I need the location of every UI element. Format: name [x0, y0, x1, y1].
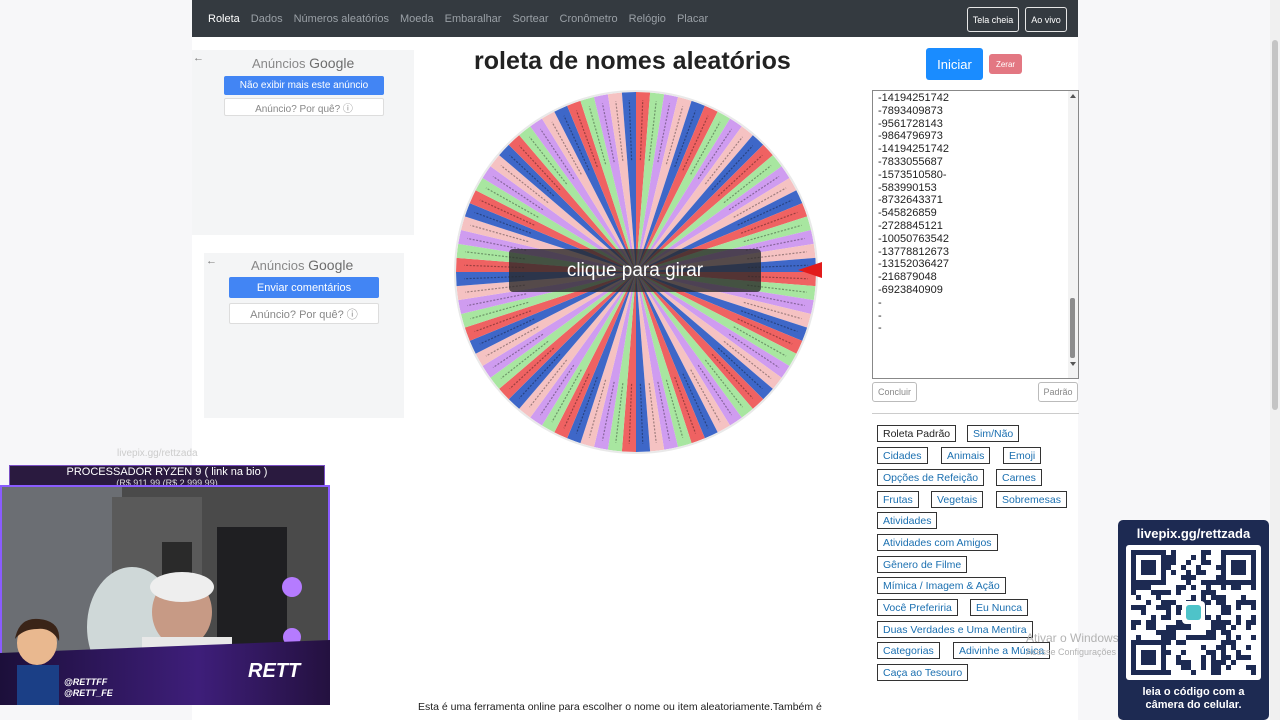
livepix-url: livepix.gg/rettzada — [1136, 526, 1251, 541]
spin-button[interactable]: clique para girar — [509, 249, 761, 292]
name-entry: -6923840909 — [878, 283, 943, 296]
nav-item-placar[interactable]: Placar — [677, 13, 708, 25]
stream-handle-2: @RETT_FE — [64, 688, 113, 698]
names-textarea[interactable]: -14194251742 -7893409873 -9561728143 -98647… — [872, 90, 1079, 379]
fullscreen-button[interactable]: Tela cheia — [967, 7, 1019, 32]
preset-caca-tesouro[interactable]: Caça ao Tesouro — [877, 664, 969, 681]
preset-refeicao[interactable]: Opções de Refeição — [877, 469, 985, 486]
stream-banner: PROCESSADOR RYZEN 9 ( link na bio ) (R$ … — [9, 465, 325, 488]
ad-brand-name: Google — [308, 257, 354, 273]
livepix-footer-line1: leia o código com a — [1142, 686, 1245, 698]
ad-brand-prefix: Anúncios — [251, 258, 305, 273]
nav-item-embaralhar[interactable]: Embaralhar — [445, 13, 502, 25]
stream-banner-title: PROCESSADOR RYZEN 9 ( link na bio ) — [66, 466, 268, 478]
name-entry: -7893409873 — [878, 104, 943, 117]
livepix-footer: leia o código com a câmera do celular. — [1118, 686, 1269, 712]
preset-vegetais[interactable]: Vegetais — [931, 491, 984, 508]
conclude-button[interactable]: Concluir — [872, 382, 917, 402]
preset-cidades[interactable]: Cidades — [877, 447, 928, 464]
name-entry: -14194251742 — [878, 92, 949, 104]
preset-eu-nunca[interactable]: Eu Nunca — [970, 599, 1029, 616]
name-entry: -14194251742 — [878, 143, 949, 156]
name-entry: -13152036427 — [878, 258, 949, 271]
preset-emoji[interactable]: Emoji — [1003, 447, 1042, 464]
default-button[interactable]: Padrão — [1038, 382, 1078, 402]
qr-code-icon — [1126, 545, 1261, 680]
ad-back-icon[interactable]: ← — [193, 52, 204, 64]
preset-sim-nao[interactable]: Sim/Não — [967, 425, 1020, 442]
livepix-footer-line2: câmera do celular. — [1145, 699, 1242, 711]
names-list: -14194251742 -7893409873 -9561728143 -98647… — [878, 92, 949, 335]
preset-atividades-amigos[interactable]: Atividades com Amigos — [877, 534, 998, 551]
ad-why-button[interactable]: Anúncio? Por quê? ⓘ — [229, 303, 379, 324]
ad-hide-button[interactable]: Não exibir mais este anúncio — [224, 76, 384, 95]
preset-atividades[interactable]: Atividades — [877, 512, 938, 529]
nav-item-moeda[interactable]: Moeda — [400, 13, 434, 25]
wheel-pointer-icon — [798, 262, 822, 278]
page-scrollbar-thumb[interactable] — [1272, 40, 1278, 410]
stream-logo: RETT — [248, 660, 301, 682]
page-title: roleta de nomes aleatórios — [474, 47, 791, 75]
reset-button[interactable]: Zerar — [989, 54, 1022, 74]
name-entry: -9561728143 — [878, 117, 943, 130]
textarea-scroll-thumb[interactable] — [1070, 298, 1075, 358]
stream-handle-1: @RETTFF — [64, 677, 108, 687]
name-entry: -7833055687 — [878, 155, 943, 168]
name-entry: -13778812673 — [878, 245, 949, 258]
scroll-up-icon[interactable] — [1070, 94, 1076, 98]
divider — [872, 413, 1079, 414]
livepix-overlay: livepix.gg/rettzada leia o código com a … — [1118, 520, 1269, 720]
windows-activation-watermark: Ativar o Windows Acesse Configurações — [1026, 631, 1119, 659]
ad-brand-name: Google — [309, 55, 355, 71]
ad-why-button[interactable]: Anúncio? Por quê? ⓘ — [224, 98, 384, 116]
ad-brand: Anúncios Google — [252, 55, 354, 71]
nav-item-roleta[interactable]: Roleta — [208, 13, 240, 25]
name-entry: -1573510580- — [878, 168, 947, 181]
avatar-icon — [15, 618, 60, 705]
name-entry: -8732643371 — [878, 194, 943, 207]
preset-genero-filme[interactable]: Gênero de Filme — [877, 556, 968, 573]
nav-item-numeros[interactable]: Números aleatórios — [294, 13, 389, 25]
nav-item-relogio[interactable]: Relógio — [629, 13, 666, 25]
start-button[interactable]: Iniciar — [926, 48, 983, 80]
ad-back-icon[interactable]: ← — [206, 255, 217, 267]
nav-item-sortear[interactable]: Sortear — [512, 13, 548, 25]
page-scrollbar[interactable] — [1270, 0, 1280, 720]
scroll-down-icon[interactable] — [1070, 362, 1076, 366]
name-entry: -583990153 — [878, 181, 937, 194]
ad-brand-prefix: Anúncios — [252, 56, 306, 71]
ad-panel-1: ← Anúncios Google Não exibir mais este a… — [192, 50, 414, 235]
preset-voce-preferiria[interactable]: Você Preferiria — [877, 599, 958, 616]
nav-item-dados[interactable]: Dados — [251, 13, 283, 25]
preset-animais[interactable]: Animais — [941, 447, 991, 464]
page-description: Esta é uma ferramenta online para escolh… — [418, 701, 822, 713]
name-entry: -9864796973 — [878, 130, 943, 143]
stream-handles: @RETTFF @RETT_FE — [64, 677, 113, 699]
name-entry: -545826859 — [878, 207, 937, 220]
name-entry: -10050763542 — [878, 232, 949, 245]
nav-item-cronometro[interactable]: Cronômetro — [560, 13, 618, 25]
ad-feedback-button[interactable]: Enviar comentários — [229, 277, 379, 298]
ad-panel-2: ← Anúncios Google Enviar comentários Anú… — [204, 253, 404, 418]
preset-carnes[interactable]: Carnes — [996, 469, 1042, 486]
preset-mimica[interactable]: Mímica / Imagem & Ação — [877, 577, 1006, 594]
stream-top-text: livepix.gg/rettzada — [117, 448, 198, 459]
watermark-line2: Acesse Configurações — [1026, 647, 1117, 657]
preset-roleta-padrao[interactable]: Roleta Padrão — [877, 425, 957, 442]
preset-frutas[interactable]: Frutas — [877, 491, 919, 508]
watermark-line1: Ativar o Windows — [1026, 631, 1119, 645]
ad-brand: Anúncios Google — [251, 257, 353, 273]
name-entry: -216879048 — [878, 271, 937, 284]
textarea-scrollbar[interactable] — [1068, 91, 1078, 378]
name-entry: - — [878, 309, 882, 322]
name-entry: - — [878, 322, 882, 335]
preset-categorias[interactable]: Categorias — [877, 642, 940, 659]
name-entry: -2728845121 — [878, 219, 943, 232]
preset-sobremesas[interactable]: Sobremesas — [996, 491, 1067, 508]
top-navbar: Roleta Dados Números aleatórios Moeda Em… — [192, 0, 1078, 37]
preset-duas-verdades[interactable]: Duas Verdades e Uma Mentira — [877, 621, 1033, 638]
name-entry: - — [878, 296, 882, 309]
live-button[interactable]: Ao vivo — [1025, 7, 1067, 32]
